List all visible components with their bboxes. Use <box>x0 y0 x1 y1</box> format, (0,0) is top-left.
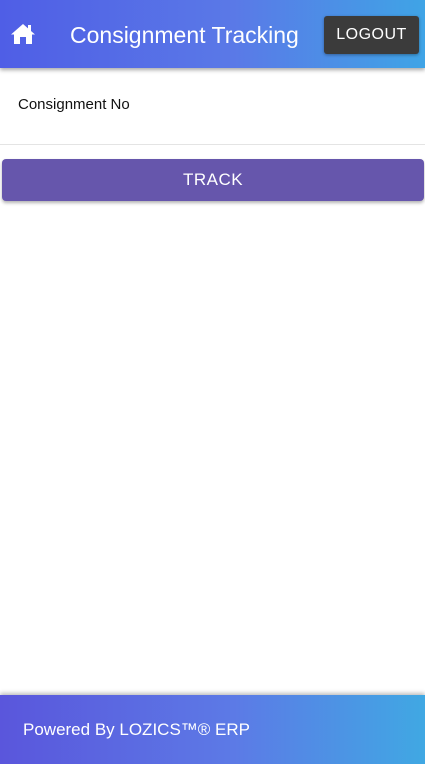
logout-button[interactable]: LOGOUT <box>324 16 419 54</box>
app-footer: Powered By LOZICS™® ERP <box>0 695 425 764</box>
page-title: Consignment Tracking <box>70 22 299 48</box>
home-icon <box>11 24 35 44</box>
app-header: Consignment Tracking LOGOUT <box>0 0 425 68</box>
powered-by-text: Powered By LOZICS™® ERP <box>23 720 250 739</box>
app-root: Consignment Tracking LOGOUT Consignment … <box>0 0 425 764</box>
consignment-no-label: Consignment No <box>18 96 130 113</box>
track-button[interactable]: TRACK <box>2 159 424 201</box>
home-button[interactable] <box>10 22 36 46</box>
consignment-no-field[interactable]: Consignment No <box>0 68 425 146</box>
